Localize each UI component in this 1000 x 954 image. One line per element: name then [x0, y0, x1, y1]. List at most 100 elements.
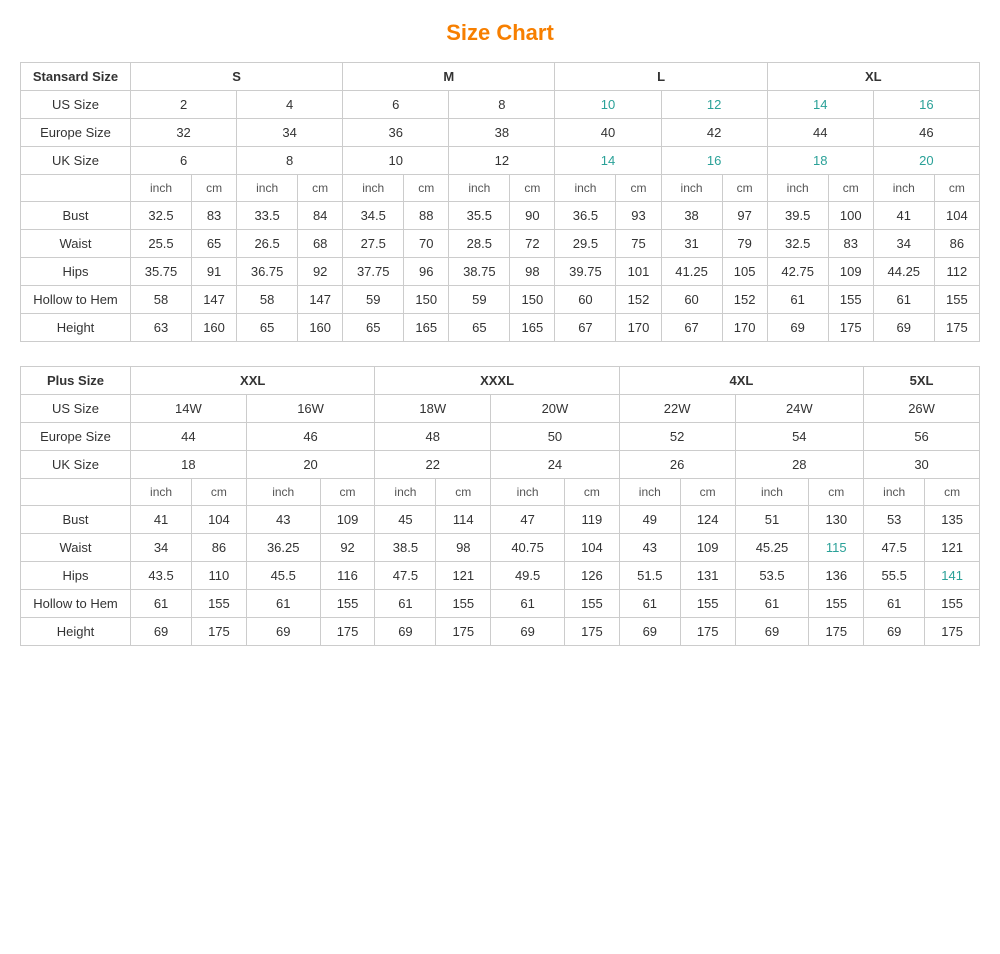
europe-size-row: Europe Size3234363840424446 [21, 119, 980, 147]
table-cell: 67 [661, 314, 722, 342]
table-cell: 126 [565, 562, 620, 590]
table-cell: 42 [661, 119, 767, 147]
table-cell: 41 [131, 506, 192, 534]
table-cell: 124 [680, 506, 735, 534]
table-cell [21, 175, 131, 202]
table-cell: 61 [873, 286, 934, 314]
table-cell: 43 [246, 506, 320, 534]
table-cell: inch [767, 175, 828, 202]
table-cell [21, 479, 131, 506]
table-cell: 130 [809, 506, 864, 534]
table-cell: 175 [680, 618, 735, 646]
table-cell: Height [21, 618, 131, 646]
table-cell: inch [237, 175, 298, 202]
table-cell: 160 [298, 314, 343, 342]
table-cell: 92 [320, 534, 375, 562]
table-cell: 14 [767, 91, 873, 119]
table-cell: 65 [343, 314, 404, 342]
table-cell: 104 [192, 506, 247, 534]
table-cell: cm [320, 479, 375, 506]
table-cell: 175 [809, 618, 864, 646]
table-cell: 150 [404, 286, 449, 314]
table-cell: 22W [619, 395, 735, 423]
table-cell: 90 [510, 202, 555, 230]
table-cell: cm [616, 175, 661, 202]
table-cell: Hollow to Hem [21, 286, 131, 314]
table-cell: 43.5 [131, 562, 192, 590]
table-cell: 35.75 [131, 258, 192, 286]
table-cell: inch [246, 479, 320, 506]
table-cell: 37.75 [343, 258, 404, 286]
table-cell: inch [131, 479, 192, 506]
table-cell: 27.5 [343, 230, 404, 258]
table-cell: 32.5 [131, 202, 192, 230]
table-cell: 141 [925, 562, 980, 590]
table-cell: Height [21, 314, 131, 342]
table-cell: 65 [449, 314, 510, 342]
table-cell: 155 [934, 286, 979, 314]
table-cell: 61 [619, 590, 680, 618]
table-cell: 69 [735, 618, 809, 646]
table-cell: 97 [722, 202, 767, 230]
table-cell: 175 [925, 618, 980, 646]
table-cell: 175 [828, 314, 873, 342]
bust-row: Bust41104431094511447119491245113053135 [21, 506, 980, 534]
table-cell: Waist [21, 230, 131, 258]
table-cell: 53.5 [735, 562, 809, 590]
table-cell: 59 [343, 286, 404, 314]
table-cell: 69 [246, 618, 320, 646]
table-cell: 165 [510, 314, 555, 342]
table-cell: cm [192, 175, 237, 202]
table-cell: 32 [131, 119, 237, 147]
table-cell: cm [436, 479, 491, 506]
waist-row: Waist348636.259238.59840.751044310945.25… [21, 534, 980, 562]
bust-row: Bust32.58333.58434.58835.59036.593389739… [21, 202, 980, 230]
table-cell: 155 [565, 590, 620, 618]
table-cell: 69 [873, 314, 934, 342]
table-cell: inch [661, 175, 722, 202]
plus-size-label: Plus Size [21, 367, 131, 395]
table-cell: 135 [925, 506, 980, 534]
table-cell: 26W [864, 395, 980, 423]
table-cell: 41 [873, 202, 934, 230]
table-cell: 109 [320, 506, 375, 534]
5xl-header: 5XL [864, 367, 980, 395]
table-cell: 72 [510, 230, 555, 258]
table-cell: cm [192, 479, 247, 506]
table-cell: 147 [192, 286, 237, 314]
4xl-header: 4XL [619, 367, 863, 395]
table-cell: 30 [864, 451, 980, 479]
table-cell: 46 [873, 119, 979, 147]
table-cell: Hips [21, 562, 131, 590]
table-cell: Bust [21, 202, 131, 230]
table-cell: 38 [661, 202, 722, 230]
table-cell: 52 [619, 423, 735, 451]
waist-row: Waist25.56526.56827.57028.57229.57531793… [21, 230, 980, 258]
table-cell: 105 [722, 258, 767, 286]
table-cell: 44 [767, 119, 873, 147]
table-cell: 16 [661, 147, 767, 175]
table-cell: 83 [828, 230, 873, 258]
table-cell: 22 [375, 451, 491, 479]
table-cell: 61 [767, 286, 828, 314]
table-cell: 61 [375, 590, 436, 618]
table-cell: 50 [491, 423, 620, 451]
table-cell: cm [809, 479, 864, 506]
table-cell: inch [864, 479, 925, 506]
table-cell: 112 [934, 258, 979, 286]
table-cell: 12 [449, 147, 555, 175]
table-cell: 20 [873, 147, 979, 175]
table-cell: 65 [237, 314, 298, 342]
table-cell: cm [298, 175, 343, 202]
table-cell: Hips [21, 258, 131, 286]
table-cell: inch [873, 175, 934, 202]
table-cell: 83 [192, 202, 237, 230]
table-cell: 26 [619, 451, 735, 479]
hollow_to_hem-row: Hollow to Hem611556115561155611556115561… [21, 590, 980, 618]
table-cell: 116 [320, 562, 375, 590]
table-cell: 34 [873, 230, 934, 258]
table-cell: 69 [619, 618, 680, 646]
hips-row: Hips35.759136.759237.759638.759839.75101… [21, 258, 980, 286]
table-cell: 86 [934, 230, 979, 258]
table-cell: 61 [735, 590, 809, 618]
